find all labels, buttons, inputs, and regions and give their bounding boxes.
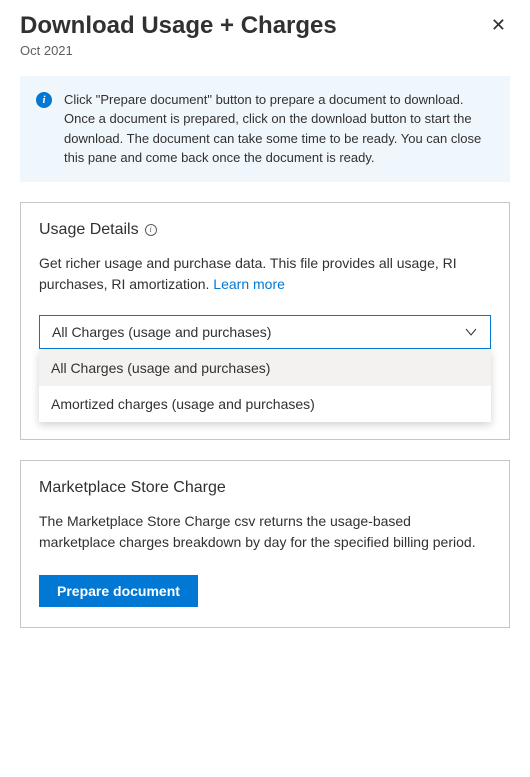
page-subtitle: Oct 2021 [20, 43, 487, 58]
info-icon: i [36, 92, 52, 108]
header-text-block: Download Usage + Charges Oct 2021 [20, 12, 487, 58]
info-banner: i Click "Prepare document" button to pre… [20, 76, 510, 182]
chevron-down-icon [464, 325, 478, 339]
dropdown-option-all-charges[interactable]: All Charges (usage and purchases) [39, 350, 491, 386]
usage-details-title: Usage Details [39, 221, 139, 239]
info-circle-icon[interactable]: i [145, 224, 157, 236]
panel-header: Download Usage + Charges Oct 2021 ✕ [0, 0, 530, 58]
prepare-document-button[interactable]: Prepare document [39, 575, 198, 607]
dropdown-selected-value: All Charges (usage and purchases) [52, 324, 271, 340]
info-banner-text: Click "Prepare document" button to prepa… [64, 90, 494, 168]
usage-details-card: Usage Details i Get richer usage and pur… [20, 202, 510, 440]
dropdown-menu: All Charges (usage and purchases) Amorti… [39, 350, 491, 422]
charges-dropdown[interactable]: All Charges (usage and purchases) [39, 315, 491, 349]
dropdown-option-amortized[interactable]: Amortized charges (usage and purchases) [39, 386, 491, 422]
usage-details-description: Get richer usage and purchase data. This… [39, 253, 491, 295]
marketplace-card: Marketplace Store Charge The Marketplace… [20, 460, 510, 628]
learn-more-link[interactable]: Learn more [213, 276, 285, 292]
page-title: Download Usage + Charges [20, 12, 487, 41]
marketplace-title: Marketplace Store Charge [39, 479, 226, 497]
close-icon[interactable]: ✕ [487, 12, 510, 38]
usage-details-title-row: Usage Details i [39, 221, 491, 239]
marketplace-description: The Marketplace Store Charge csv returns… [39, 511, 491, 553]
marketplace-title-row: Marketplace Store Charge [39, 479, 491, 497]
